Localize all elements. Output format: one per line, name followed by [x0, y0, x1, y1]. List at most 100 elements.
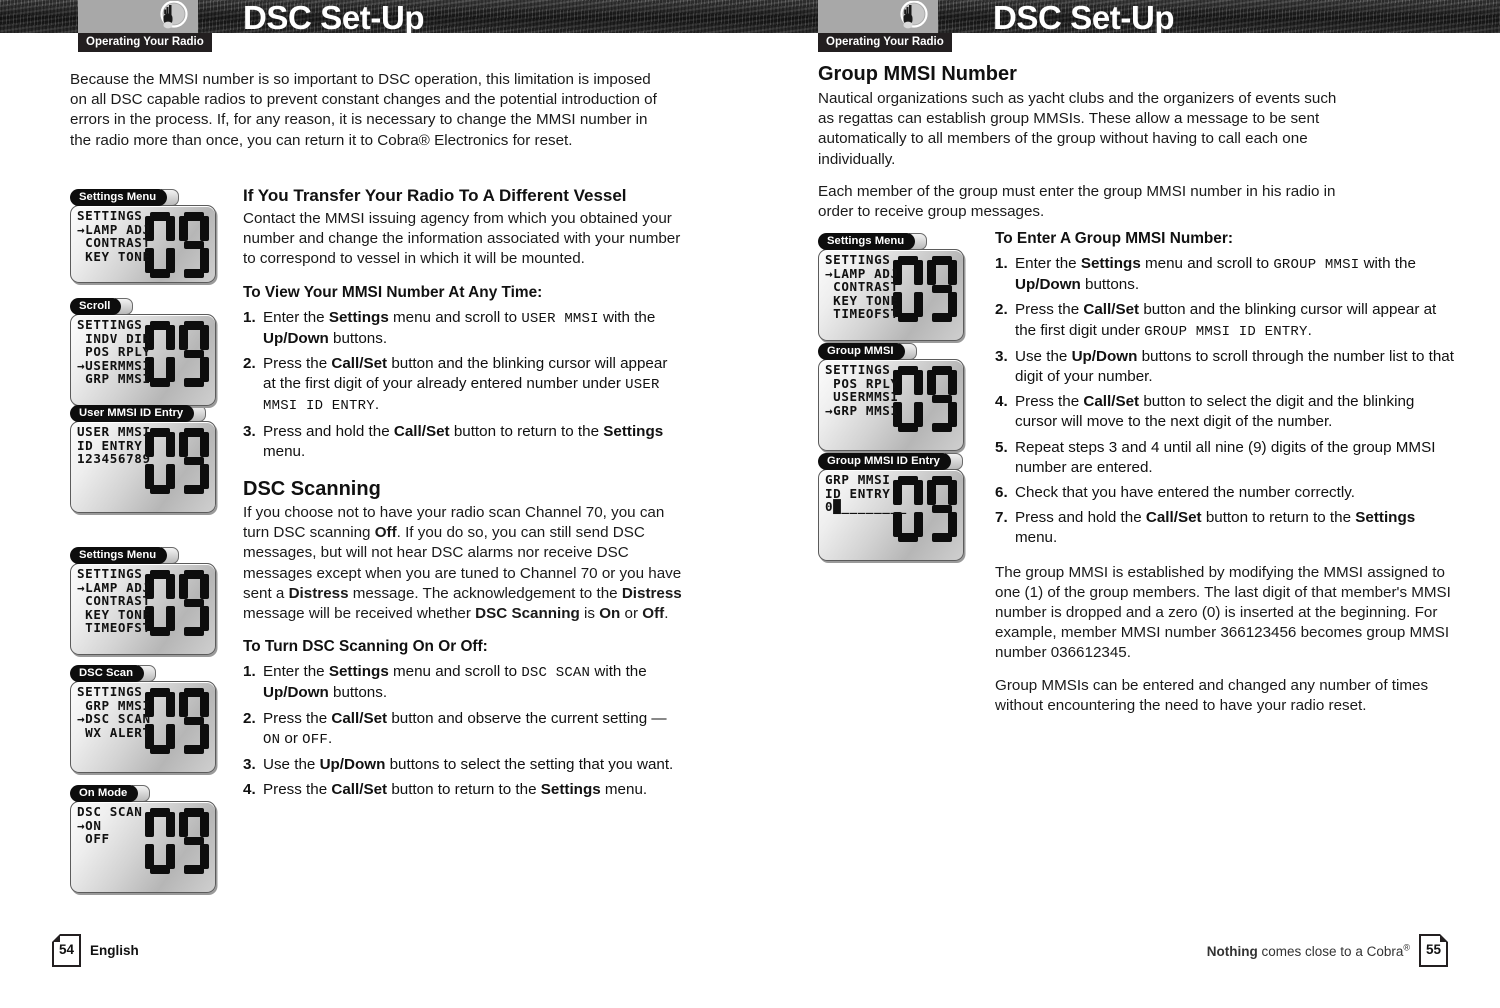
- turn-scanning-steps: 1. Enter the Settings menu and scroll to …: [243, 662, 683, 800]
- emphasis: Call/Set: [331, 355, 388, 373]
- segment-f: [179, 325, 188, 350]
- step-number: 6.: [995, 484, 1008, 502]
- radio-microphone-icon: [900, 1, 928, 29]
- step-number: 5.: [995, 438, 1008, 456]
- step-item: 4. Press the Call/Set button to select th…: [995, 392, 1455, 432]
- intro-paragraph: Because the MMSI number is so important …: [70, 71, 657, 149]
- step-item: 1. Enter the Settings menu and scroll to …: [243, 662, 683, 703]
- segment-b: [200, 812, 209, 837]
- text-run: Enter the: [263, 663, 329, 681]
- emphasis: Call/Set: [393, 422, 450, 440]
- enter-group-heading: To Enter A Group MMSI Number:: [995, 230, 1233, 247]
- text-run: Press and hold the: [263, 422, 394, 440]
- lcd-screen: SETTINGS INDV DIR POS RPLY →USERMMSI GRP…: [70, 314, 216, 406]
- segment-e: [145, 844, 154, 869]
- segment-b: [200, 216, 209, 241]
- text-run: Check that you have entered the number c…: [1015, 484, 1355, 502]
- text-run: menu and scroll to: [388, 308, 522, 326]
- page-title-right: DSC Set-Up: [993, 0, 1175, 36]
- lcd-term: DSC SCAN: [521, 665, 591, 682]
- lcd-text-lines: SETTINGS INDV DIR POS RPLY →USERMMSI GRP…: [77, 317, 151, 387]
- radio-microphone-icon: [160, 1, 188, 29]
- emphasis: Off: [642, 605, 665, 623]
- lcd-term: USER MMSI: [521, 310, 599, 327]
- seven-segment-digit: [927, 476, 957, 542]
- segment-b: [200, 692, 209, 717]
- segment-g: [184, 241, 204, 249]
- radio-logo-box-right: [818, 0, 938, 33]
- step-item: 1. Enter the Settings menu and scroll to …: [243, 308, 683, 349]
- group-paragraph-3: The group MMSI is established by modifyi…: [995, 563, 1451, 662]
- lcd-screen: SETTINGS POS RPLY USERMMSI →GRP MMSI: [818, 359, 964, 451]
- text-run: message. The acknowledgement to the: [348, 584, 622, 602]
- segment-d: [184, 485, 204, 494]
- text-run: buttons.: [1080, 276, 1140, 294]
- lcd-screenshot: DSC Scan SETTINGS GRP MMSI →DSC SCAN WX A…: [70, 663, 216, 773]
- seven-segment-digit: [179, 808, 209, 874]
- lcd-label: Settings Menu: [818, 233, 916, 250]
- lcd-channel-digits: [889, 250, 961, 340]
- text-run: Press the: [263, 709, 332, 727]
- step-number: 7.: [995, 509, 1008, 527]
- segment-g: [932, 505, 952, 513]
- segment-g: [932, 395, 952, 403]
- segment-f: [927, 370, 936, 395]
- lcd-screen: SETTINGS →LAMP ADJ CONTRAST KEY TONE: [70, 205, 216, 283]
- lcd-screenshot: Settings Menu SETTINGS →LAMP ADJ CONTRAST…: [818, 231, 964, 341]
- step-item: 2. Press the Call/Set button and the blin…: [995, 300, 1455, 341]
- view-mmsi-heading: To View Your MMSI Number At Any Time:: [243, 283, 543, 301]
- step-item: 7. Press and hold the Call/Set button to …: [995, 508, 1455, 548]
- lcd-label-wrap: Settings Menu: [70, 187, 216, 206]
- emphasis: Distress: [288, 584, 349, 602]
- page-header-left: Operating Your Radio DSC Set-Up: [0, 0, 750, 52]
- segment-g: [184, 837, 204, 845]
- segment-f: [179, 692, 188, 717]
- transfer-body: Contact the MMSI issuing agency from whi…: [243, 210, 681, 268]
- turn-scanning-heading: To Turn DSC Scanning On Or Off:: [243, 638, 488, 656]
- step-number: 3.: [995, 347, 1008, 365]
- step-item: 3. Use the Up/Down buttons to scroll thro…: [995, 347, 1455, 387]
- segment-g: [184, 457, 204, 465]
- step-item: 4. Press the Call/Set button to return to…: [243, 780, 683, 800]
- lcd-term: GROUP MMSI ID ENTRY: [1144, 323, 1308, 340]
- footer-left: 54 English: [52, 934, 139, 994]
- page-number-right: 55: [1419, 934, 1448, 967]
- enter-group-steps: 1. Enter the Settings menu and scroll to …: [995, 254, 1455, 549]
- text-run: menu.: [263, 442, 306, 460]
- lcd-screenshot: Settings Menu SETTINGS →LAMP ADJ CONTRAST…: [70, 187, 216, 283]
- emphasis: Settings: [1080, 255, 1141, 272]
- step-number: 1.: [243, 663, 256, 681]
- segment-f: [927, 260, 936, 285]
- text-run: button to return to the: [449, 422, 604, 440]
- segment-b: [166, 432, 175, 457]
- text-run: .: [327, 729, 333, 747]
- text-run: buttons.: [328, 329, 388, 347]
- emphasis: Settings: [540, 781, 601, 799]
- segment-b: [166, 325, 175, 350]
- lcd-screen: USER MMSI ID ENTRY 123456789: [70, 421, 216, 513]
- lcd-label: User MMSI ID Entry: [70, 405, 195, 422]
- lcd-text-lines: SETTINGS POS RPLY USERMMSI →GRP MMSI: [825, 362, 899, 418]
- step-item: 3. Use the Up/Down buttons to select the …: [243, 755, 683, 775]
- emphasis: Call/Set: [1083, 393, 1140, 411]
- text-run: menu.: [1015, 529, 1058, 547]
- text-run: message will be received whether: [243, 605, 476, 623]
- segment-d: [184, 745, 204, 754]
- page-number-left: 54: [52, 934, 81, 967]
- emphasis: Call/Set: [331, 781, 388, 799]
- emphasis: Call/Set: [1145, 509, 1202, 527]
- emphasis: Settings: [603, 422, 664, 440]
- text-run: or: [620, 605, 643, 623]
- lcd-label: On Mode: [70, 785, 139, 802]
- segment-b: [914, 260, 923, 285]
- seven-segment-digit: [179, 212, 209, 278]
- segment-b: [948, 370, 957, 395]
- lcd-text-lines: GRP MMSI ID ENTRY 0█________: [825, 472, 907, 515]
- segment-b: [914, 480, 923, 505]
- lcd-channel-digits: [141, 564, 213, 654]
- step-number: 4.: [243, 781, 256, 799]
- text-run: Repeat steps 3 and 4 until all nine (9) …: [1015, 438, 1436, 476]
- footer-right: Nothing comes close to a Cobra® 55: [1207, 934, 1448, 994]
- step-number: 2.: [995, 301, 1008, 319]
- registered-mark: ®: [1403, 942, 1410, 953]
